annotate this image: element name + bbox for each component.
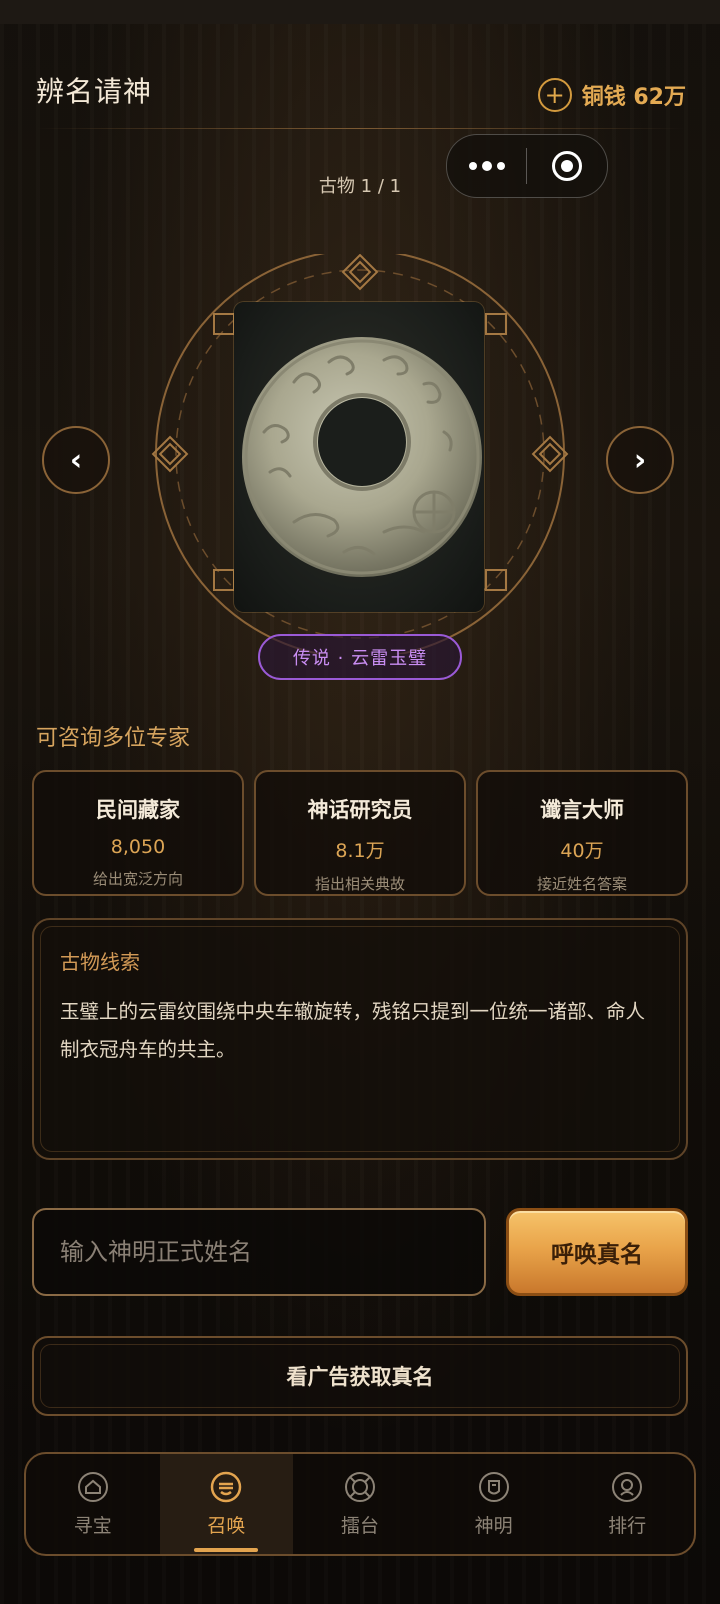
tab-treasure[interactable]: 寻宝: [26, 1454, 160, 1554]
tab-summon[interactable]: 召唤: [159, 1454, 294, 1554]
home-icon: [77, 1471, 108, 1502]
summon-icon: [211, 1471, 242, 1502]
add-coins-icon[interactable]: +: [537, 78, 572, 112]
expert-price: 8,050: [110, 836, 166, 858]
more-menu-icon[interactable]: [447, 161, 526, 171]
expert-name: 民间藏家: [96, 798, 180, 822]
header-divider: [36, 128, 684, 129]
expert-card-researcher[interactable]: 神话研究员 8.1万 指出相关典故: [254, 770, 466, 896]
experts-section-title: 可咨询多位专家: [36, 726, 191, 751]
expert-name: 谶言大师: [540, 798, 624, 822]
page-title: 辨名请神: [36, 75, 153, 108]
tab-label: 寻宝: [73, 1514, 112, 1537]
expert-price: 40万: [560, 840, 604, 862]
prev-artifact-button[interactable]: ‹: [42, 426, 110, 494]
expert-price: 8.1万: [335, 840, 385, 862]
active-tab-indicator: [194, 1548, 259, 1552]
artifact-display: [150, 254, 570, 654]
expert-name: 神话研究员: [307, 798, 413, 822]
tab-deity[interactable]: 神明: [427, 1454, 561, 1554]
next-artifact-button[interactable]: ›: [606, 426, 674, 494]
tab-label: 擂台: [340, 1514, 379, 1537]
rank-icon: [612, 1471, 643, 1502]
coin-amount: 铜钱 62万: [581, 85, 686, 110]
artifact-counter: 古物 1 / 1: [318, 176, 402, 197]
tab-label: 神明: [474, 1514, 513, 1537]
expert-desc: 接近姓名答案: [536, 875, 627, 893]
jade-disc-image: [234, 302, 484, 612]
expert-list: 民间藏家 8,050 给出宽泛方向 神话研究员 8.1万 指出相关典故 谶言大师…: [32, 770, 688, 896]
expert-card-prophet[interactable]: 谶言大师 40万 接近姓名答案: [476, 770, 688, 896]
watch-ad-button[interactable]: 看广告获取真名: [32, 1336, 688, 1416]
expert-card-collector[interactable]: 民间藏家 8,050 给出宽泛方向: [32, 770, 244, 896]
rarity-badge: 传说 · 云雷玉璧: [258, 634, 462, 680]
clue-text: 玉璧上的云雷纹围绕中央车辙旋转，残铭只提到一位统一诸部、命人制衣冠舟车的共主。: [60, 1000, 646, 1061]
bottom-tab-bar: 寻宝 召唤 擂台 神明 排行: [24, 1452, 696, 1556]
expert-desc: 给出宽泛方向: [92, 870, 183, 888]
status-bar: [0, 0, 720, 24]
tab-rank[interactable]: 排行: [560, 1454, 694, 1554]
deity-name-input[interactable]: [32, 1208, 486, 1296]
expert-desc: 指出相关典故: [314, 875, 405, 893]
deity-icon: [478, 1471, 509, 1502]
clue-panel: 古物线索 玉璧上的云雷纹围绕中央车辙旋转，残铭只提到一位统一诸部、命人制衣冠舟车…: [32, 918, 688, 1160]
coin-balance[interactable]: + 铜钱 62万: [537, 78, 686, 112]
tab-label: 召唤: [207, 1514, 246, 1537]
clue-title: 古物线索: [60, 950, 140, 974]
tab-label: 排行: [608, 1514, 647, 1537]
arena-icon: [344, 1471, 375, 1502]
tab-arena[interactable]: 擂台: [293, 1454, 427, 1554]
summon-button[interactable]: 呼唤真名: [506, 1208, 688, 1296]
